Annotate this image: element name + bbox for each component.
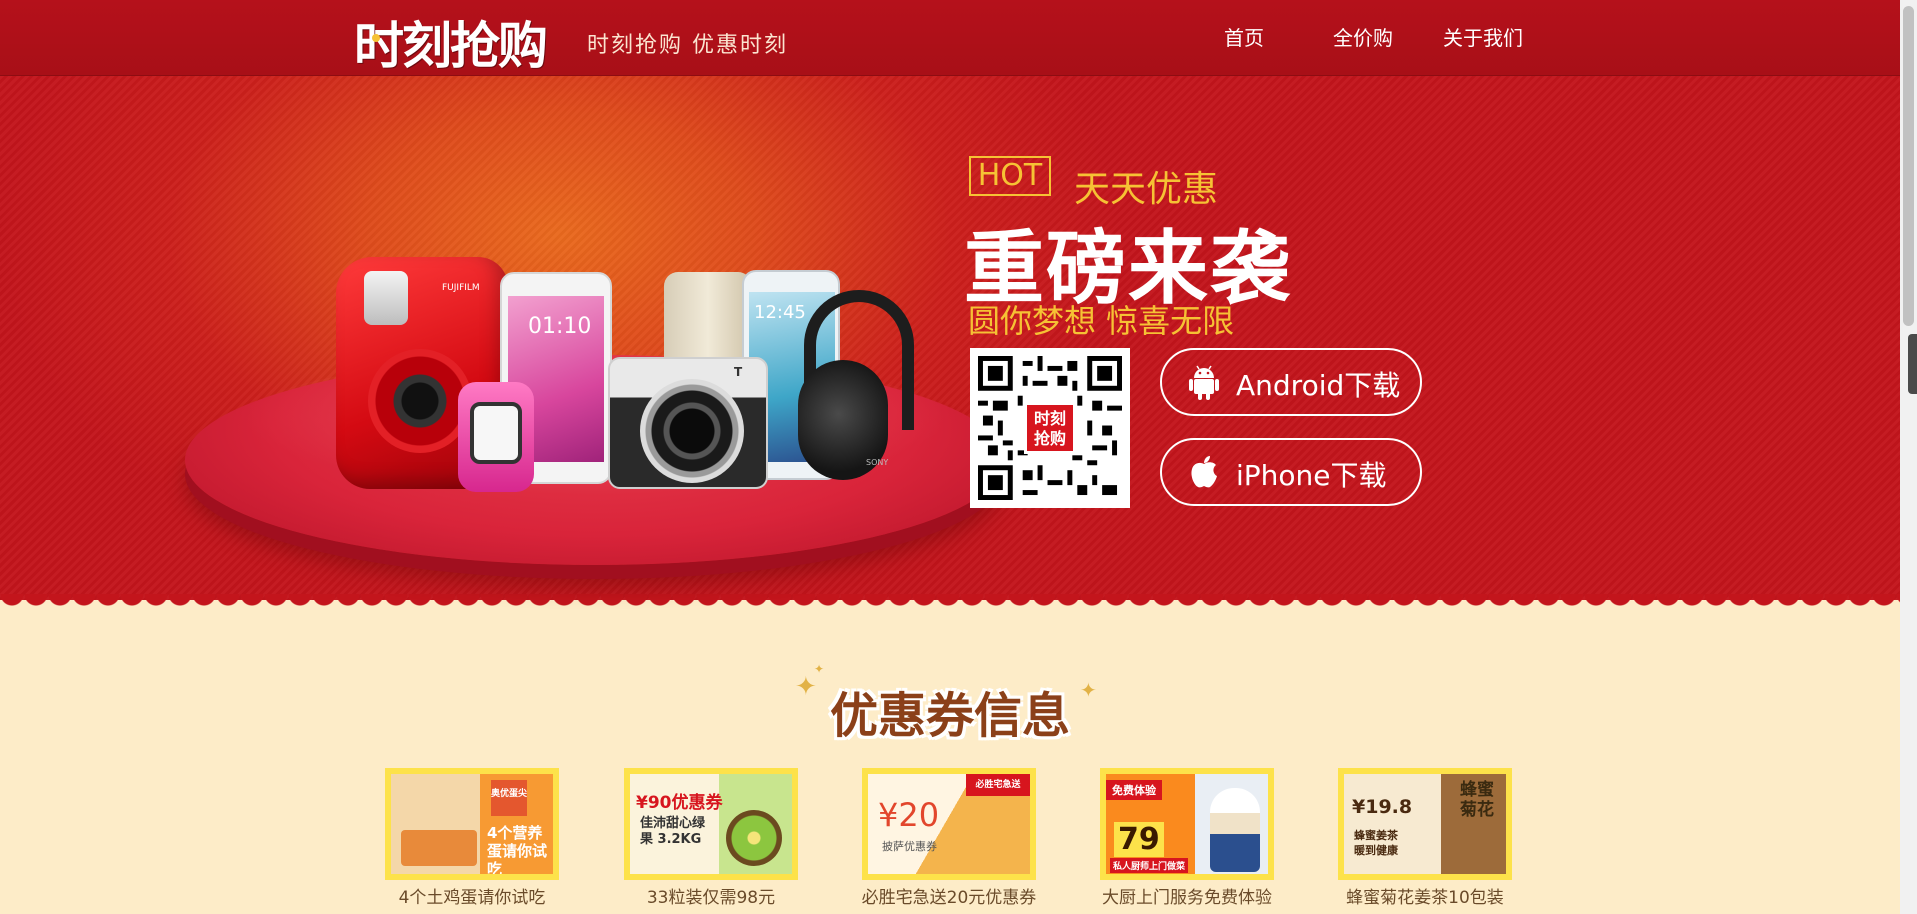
coupon-product-title: 蜂蜜菊花 — [1460, 780, 1494, 820]
coupon-detail: 佳沛甜心绿果 3.2KG — [640, 816, 706, 847]
coupon-badge: ¥19.8 — [1352, 796, 1413, 818]
qr-center-logo: 时刻抢购 — [1024, 402, 1076, 454]
camera-flash — [364, 271, 408, 325]
coupon-card[interactable]: ¥90优惠券 佳沛甜心绿果 3.2KG — [624, 768, 798, 880]
camera-lens — [368, 349, 472, 453]
coupon-badge: 4个营养蛋请你试吃 — [487, 824, 548, 874]
android-download-button[interactable]: Android下载 — [1160, 348, 1422, 416]
coupon-badge: ¥90优惠券 — [636, 793, 723, 813]
headphones-image: SONY — [784, 290, 924, 490]
coupon-badge: ¥20 — [878, 796, 940, 834]
coupon-caption[interactable]: 必胜宅急送20元优惠券 — [839, 883, 1059, 908]
camera-lens — [640, 379, 744, 483]
coupon-card[interactable]: 奥优蛋尖 4个营养蛋请你试吃 — [385, 768, 559, 880]
camera-brand-label: FUJIFILM — [442, 283, 480, 293]
scrollbar-thumb[interactable] — [1903, 6, 1914, 326]
coupon-image: 奥优蛋尖 4个营养蛋请你试吃 — [391, 774, 553, 874]
logo-dot — [372, 34, 380, 42]
coupon-badge: 79 — [1114, 822, 1164, 857]
phone-time: 01:10 — [528, 314, 592, 339]
coupon-card[interactable]: ¥19.8 蜂蜜姜茶 暖到健康 蜂蜜菊花 — [1338, 768, 1512, 880]
coupon-brand-label: 奥优蛋尖 — [491, 780, 527, 816]
coupon-detail: 蜂蜜姜茶 暖到健康 — [1354, 829, 1398, 857]
kiwi-image — [726, 810, 782, 866]
coupon-image: 免费体验 79 私人厨师上门做菜 — [1106, 774, 1268, 874]
coupon-caption[interactable]: 33粒装仅需98元 — [601, 883, 821, 908]
kids-watch-image — [458, 382, 534, 492]
camera-brand-label: T — [734, 365, 743, 379]
watch-face — [470, 402, 522, 464]
top-header: 时刻抢购 时刻抢购 优惠时刻 首页 全价购 关于我们 — [0, 0, 1900, 76]
iphone-download-label: iPhone下载 — [1236, 459, 1387, 492]
coupon-caption[interactable]: 大厨上门服务免费体验 — [1077, 883, 1297, 908]
coupon-section-title: 优惠券信息 — [830, 688, 1071, 744]
iphone-download-button[interactable]: iPhone下载 — [1160, 438, 1422, 506]
sparkle-icon: ✦ — [814, 662, 825, 676]
coupon-caption[interactable]: 蜂蜜菊花姜茶10包装 — [1315, 883, 1535, 908]
banner-scalloped-edge — [0, 594, 1900, 618]
sparkle-icon: ✦ — [1080, 678, 1097, 702]
android-icon — [1184, 362, 1224, 402]
coupon-card[interactable]: 必胜宅急送 ¥20 披萨优惠券 — [862, 768, 1036, 880]
headphone-brand: SONY — [866, 458, 889, 467]
egg-box-image — [401, 830, 477, 866]
banner-tagline: 圆你梦想 惊喜无限 — [968, 302, 1235, 340]
side-widget-tab[interactable] — [1908, 334, 1917, 394]
coupon-brand-label: 必胜宅急送 — [966, 774, 1030, 796]
android-download-label: Android下载 — [1236, 369, 1401, 402]
coupon-card[interactable]: 免费体验 79 私人厨师上门做菜 — [1100, 768, 1274, 880]
coupon-caption[interactable]: 4个土鸡蛋请你试吃 — [362, 883, 582, 908]
coupon-detail: 私人厨师上门做菜 — [1110, 858, 1189, 873]
silver-camera-image: T — [608, 357, 768, 489]
coupon-image: ¥90优惠券 佳沛甜心绿果 3.2KG — [630, 774, 792, 874]
site-logo[interactable]: 时刻抢购 — [354, 6, 548, 78]
hot-badge: HOT — [969, 156, 1051, 196]
vertical-scrollbar[interactable] — [1900, 0, 1917, 914]
sparkle-icon: ✦ — [795, 672, 817, 702]
apple-icon — [1184, 452, 1224, 492]
nav-about-us[interactable]: 关于我们 — [1443, 22, 1523, 51]
logo-text: 时刻抢购 — [354, 16, 548, 75]
coupon-image: 必胜宅急送 ¥20 披萨优惠券 — [868, 774, 1030, 874]
chef-image — [1210, 788, 1260, 872]
coupon-detail: 披萨优惠券 — [882, 840, 937, 853]
site-slogan: 时刻抢购 优惠时刻 — [587, 33, 788, 58]
coupon-image: ¥19.8 蜂蜜姜茶 暖到健康 蜂蜜菊花 — [1344, 774, 1506, 874]
download-qr-code: 时刻抢购 — [970, 348, 1130, 508]
coupon-ribbon: 免费体验 — [1106, 780, 1162, 800]
nav-home[interactable]: 首页 — [1224, 22, 1264, 51]
nav-full-price[interactable]: 全价购 — [1333, 22, 1393, 51]
